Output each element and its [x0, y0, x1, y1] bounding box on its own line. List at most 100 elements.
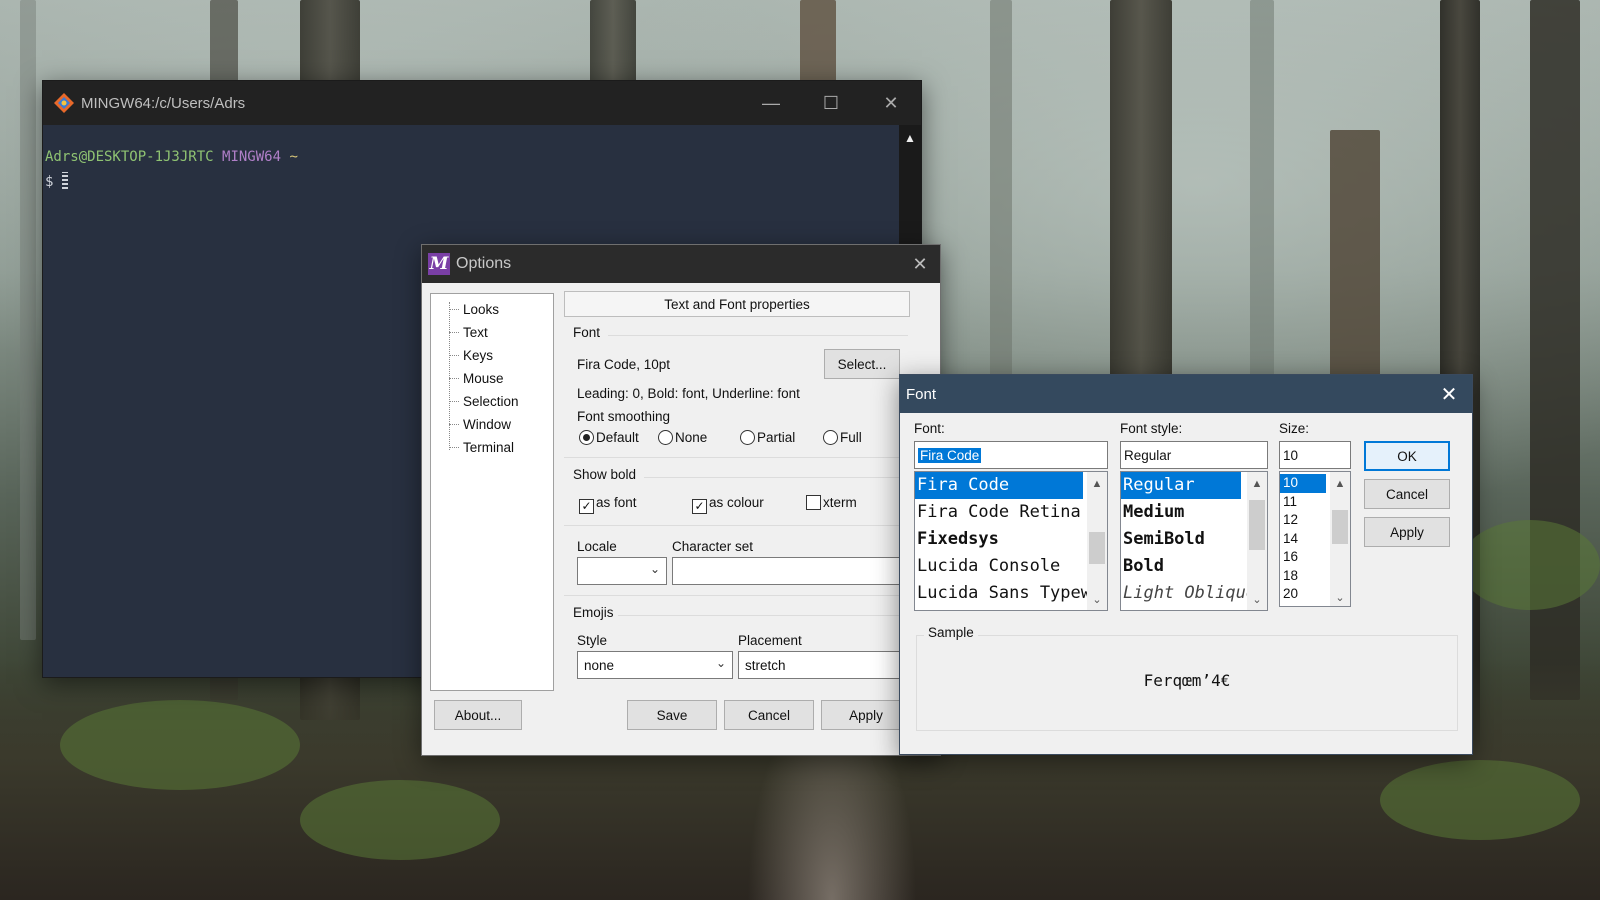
- close-button[interactable]: ✕: [861, 81, 921, 125]
- font-size-list[interactable]: 10 11 12 14 16 18 20 ▲ ⌄: [1279, 471, 1351, 607]
- radio-icon: [658, 430, 673, 445]
- prompt-symbol: $: [45, 174, 54, 190]
- font-name-label: Font:: [914, 421, 945, 436]
- font-style-label: Font style:: [1120, 421, 1183, 436]
- tree-item-mouse[interactable]: Mouse: [445, 367, 553, 390]
- scroll-down-icon[interactable]: ⌄: [1247, 593, 1267, 606]
- font-apply-button[interactable]: Apply: [1364, 517, 1450, 547]
- font-list-item[interactable]: Fira Code Retina: [915, 499, 1087, 526]
- font-list-item[interactable]: Lucida Sans Typewriter: [915, 580, 1087, 607]
- options-title: Options: [456, 255, 512, 272]
- options-close-button[interactable]: ✕: [900, 245, 940, 283]
- tree-item-looks[interactable]: Looks: [445, 298, 553, 321]
- font-size-label: Size:: [1279, 421, 1310, 436]
- checkmark-icon: ✓: [579, 499, 594, 514]
- save-button[interactable]: Save: [627, 700, 717, 730]
- chevron-down-icon: ⌄: [715, 656, 726, 670]
- font-cancel-button[interactable]: Cancel: [1364, 479, 1450, 509]
- font-dialog[interactable]: Font ✕ Font: Fira Code Fira Code Fira Co…: [899, 374, 1473, 755]
- show-bold-title: Show bold: [573, 467, 637, 482]
- terminal-title: MINGW64:/c/Users/Adrs: [81, 94, 246, 112]
- font-list-item[interactable]: Lucida Console: [915, 553, 1087, 580]
- radio-icon: [579, 430, 594, 445]
- ok-button[interactable]: OK: [1364, 441, 1450, 471]
- font-section-title: Font: [573, 325, 601, 340]
- bold-as-colour-checkbox[interactable]: ✓ as colour: [692, 495, 764, 514]
- style-list-item[interactable]: Light Oblique: [1121, 580, 1247, 607]
- style-list-item[interactable]: Medium: [1121, 499, 1247, 526]
- tree-item-window[interactable]: Window: [445, 413, 553, 436]
- font-list-scrollbar[interactable]: ▲ ⌄: [1087, 472, 1107, 610]
- smoothing-partial-radio[interactable]: Partial: [740, 430, 795, 445]
- style-list-item[interactable]: SemiBold: [1121, 526, 1247, 553]
- scroll-up-icon[interactable]: ▲: [1330, 478, 1350, 490]
- style-list-scrollbar[interactable]: ▲ ⌄: [1247, 472, 1267, 610]
- scroll-up-icon[interactable]: ▲: [1087, 478, 1107, 490]
- scroll-thumb[interactable]: [1249, 500, 1265, 550]
- font-dialog-close-button[interactable]: ✕: [1432, 375, 1466, 413]
- bold-xterm-checkbox[interactable]: xterm: [806, 495, 857, 510]
- options-titlebar[interactable]: M Options ✕: [422, 245, 940, 283]
- charset-label: Character set: [672, 539, 754, 554]
- scroll-down-icon[interactable]: ⌄: [1087, 593, 1107, 606]
- prompt-env: MINGW64: [222, 149, 282, 165]
- minimize-button[interactable]: —: [741, 81, 801, 125]
- font-info-label: Leading: 0, Bold: font, Underline: font: [577, 386, 800, 401]
- locale-select[interactable]: ⌄: [577, 557, 667, 585]
- options-category-tree[interactable]: Looks Text Keys Mouse Selection Window T…: [430, 293, 554, 691]
- input-line: $: [45, 172, 897, 195]
- locale-label: Locale: [577, 539, 617, 554]
- maximize-button[interactable]: ☐: [801, 81, 861, 125]
- scroll-up-icon[interactable]: ▲: [1247, 478, 1267, 490]
- font-name-input[interactable]: Fira Code: [914, 441, 1108, 469]
- options-dialog[interactable]: M Options ✕ Looks Text Keys Mouse Select…: [421, 244, 941, 756]
- text-cursor: [61, 172, 68, 189]
- smoothing-default-radio[interactable]: Default: [579, 430, 639, 445]
- radio-icon: [823, 430, 838, 445]
- checkbox-empty-icon: [806, 495, 821, 510]
- smoothing-none-radio[interactable]: None: [658, 430, 707, 445]
- select-font-button[interactable]: Select...: [824, 349, 900, 379]
- charset-input[interactable]: [672, 557, 902, 585]
- tree-item-text[interactable]: Text: [445, 321, 553, 344]
- style-list-item[interactable]: Regular: [1121, 472, 1241, 499]
- prompt-user-host: Adrs@DESKTOP-1J3JRTC: [45, 149, 214, 165]
- emoji-placement-select[interactable]: stretch: [738, 651, 904, 679]
- cancel-button[interactable]: Cancel: [724, 700, 814, 730]
- smoothing-full-radio[interactable]: Full: [823, 430, 862, 445]
- chevron-down-icon: ⌄: [649, 562, 660, 576]
- font-list-item[interactable]: Fixedsys: [915, 526, 1087, 553]
- font-dialog-titlebar[interactable]: Font ✕: [900, 375, 1472, 413]
- font-dialog-title: Font: [906, 385, 937, 403]
- tree-item-keys[interactable]: Keys: [445, 344, 553, 367]
- font-list-item[interactable]: Fira Code: [915, 472, 1083, 499]
- terminal-titlebar[interactable]: MINGW64:/c/Users/Adrs — ☐ ✕: [43, 81, 921, 125]
- prompt-line: Adrs@DESKTOP-1J3JRTC MINGW64 ~: [45, 149, 897, 172]
- font-style-input[interactable]: Regular: [1120, 441, 1268, 469]
- tree-item-terminal[interactable]: Terminal: [445, 436, 553, 459]
- radio-icon: [740, 430, 755, 445]
- font-name-list[interactable]: Fira Code Fira Code Retina Fixedsys Luci…: [914, 471, 1108, 611]
- git-bash-icon: [54, 93, 74, 113]
- apply-button[interactable]: Apply: [821, 700, 911, 730]
- bold-as-font-checkbox[interactable]: ✓ as font: [579, 495, 637, 514]
- prompt-path: ~: [289, 149, 298, 165]
- emojis-title: Emojis: [573, 605, 614, 620]
- emoji-placement-label: Placement: [738, 633, 802, 648]
- emoji-style-label: Style: [577, 633, 608, 648]
- scroll-up-icon[interactable]: ▲: [899, 125, 921, 145]
- emoji-style-select[interactable]: none ⌄: [577, 651, 733, 679]
- mintty-icon: M: [428, 253, 450, 275]
- style-list-item[interactable]: Bold: [1121, 553, 1247, 580]
- scroll-thumb[interactable]: [1089, 532, 1105, 564]
- size-list-item[interactable]: 10: [1280, 474, 1326, 493]
- tree-item-selection[interactable]: Selection: [445, 390, 553, 413]
- scroll-thumb[interactable]: [1332, 510, 1348, 544]
- sample-label: Sample: [924, 625, 978, 640]
- about-button[interactable]: About...: [434, 700, 522, 730]
- font-size-input[interactable]: 10: [1279, 441, 1351, 469]
- font-style-list[interactable]: Regular Medium SemiBold Bold Light Obliq…: [1120, 471, 1268, 611]
- size-list-scrollbar[interactable]: ▲ ⌄: [1330, 472, 1350, 606]
- current-font-label: Fira Code, 10pt: [577, 357, 671, 372]
- scroll-down-icon[interactable]: ⌄: [1330, 591, 1350, 604]
